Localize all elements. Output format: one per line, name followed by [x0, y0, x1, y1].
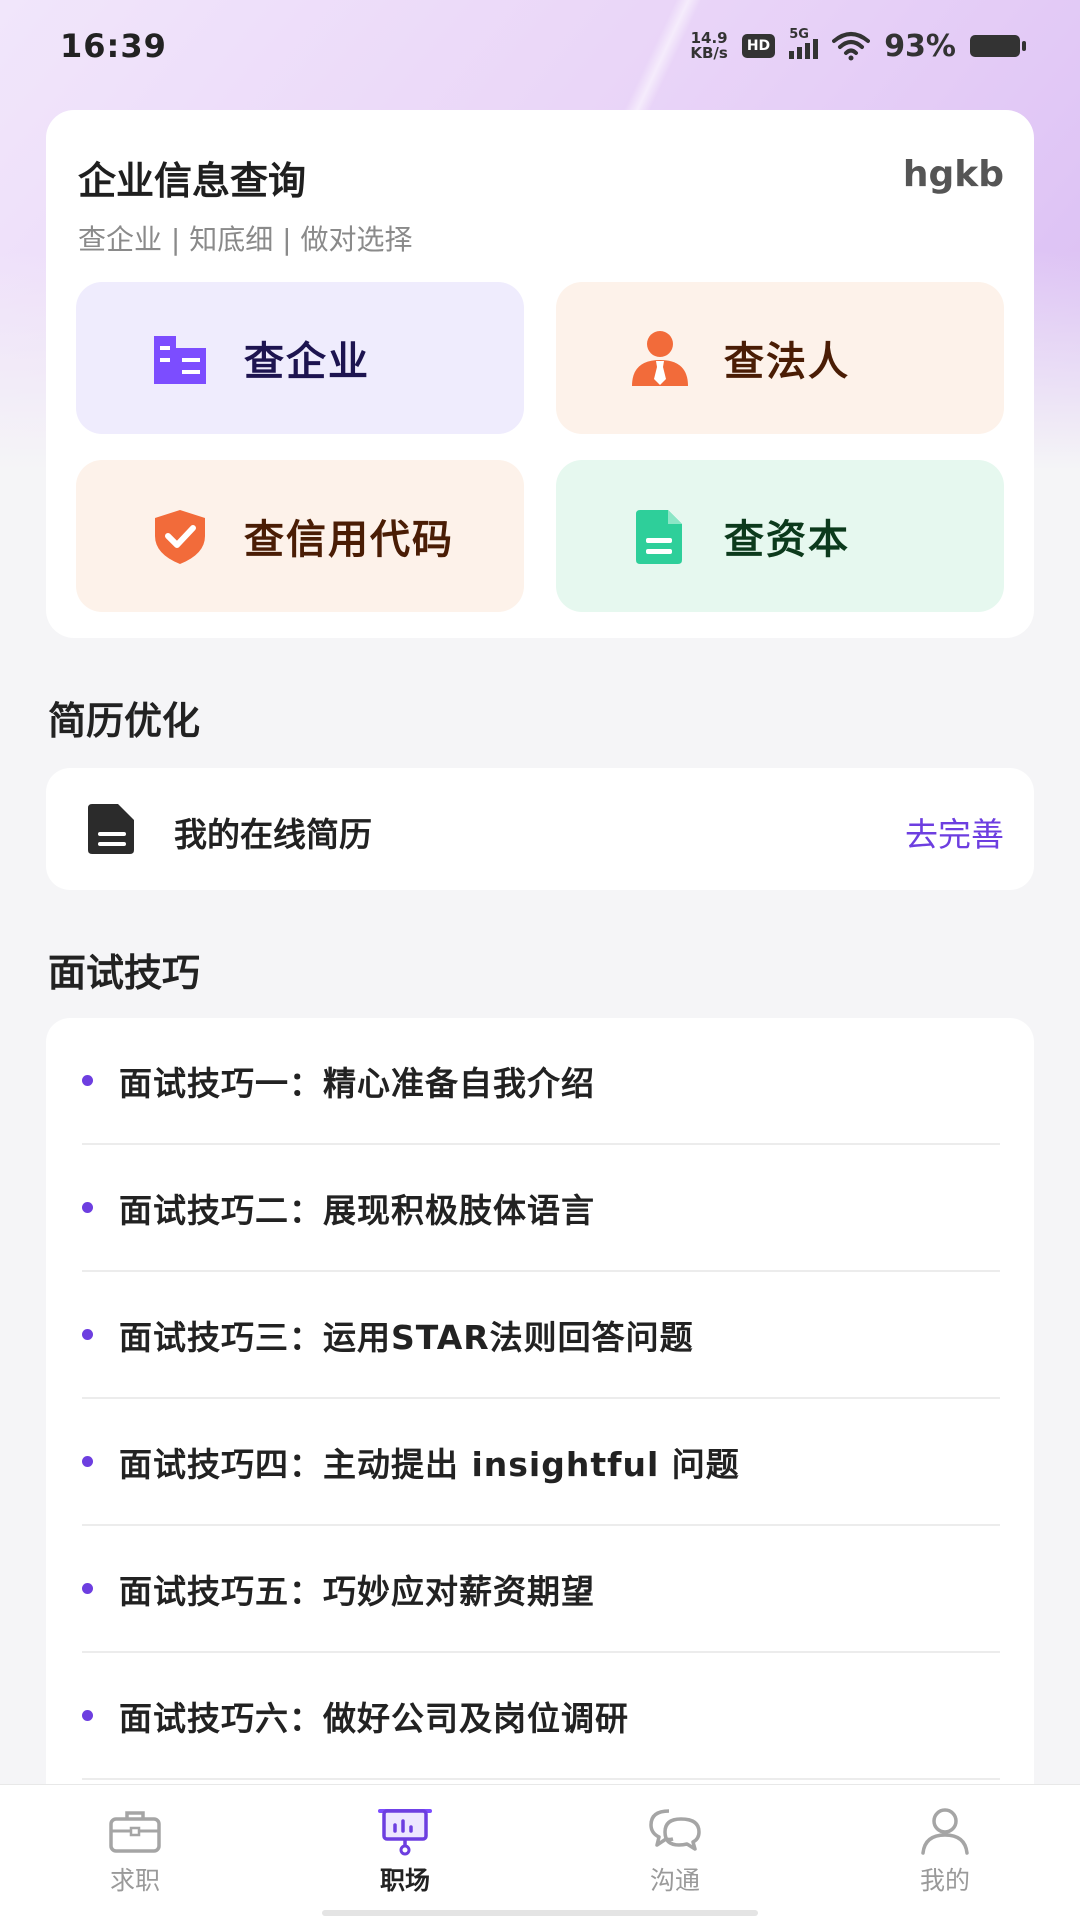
document-icon: [636, 510, 682, 564]
nav-item-mine[interactable]: 我的: [870, 1805, 1020, 1897]
tip-text: 面试技巧一：精心准备自我介绍: [119, 1063, 595, 1103]
query-capital-button[interactable]: 查资本: [556, 460, 1004, 612]
list-item[interactable]: 面试技巧三：运用STAR法则回答问题: [82, 1272, 1000, 1399]
enterprise-card-tag: hgkb: [902, 154, 1004, 195]
list-item[interactable]: 面试技巧五：巧妙应对薪资期望: [82, 1526, 1000, 1653]
resume-document-icon: [88, 804, 134, 854]
nav-item-workplace[interactable]: 职场: [330, 1805, 480, 1897]
enterprise-card-subtitle: 查企业 | 知底细 | 做对选择: [78, 223, 413, 256]
user-icon: [921, 1808, 969, 1855]
query-credit-code-button[interactable]: 查信用代码: [76, 460, 524, 612]
network-type: 5G: [789, 27, 809, 42]
nav-item-jobs[interactable]: 求职: [60, 1805, 210, 1897]
bullet-dot: [82, 1202, 93, 1213]
cellular-signal-icon: 5G: [789, 27, 819, 59]
bottom-navigation: 求职 职场 沟通 我的: [0, 1784, 1080, 1920]
resume-section-title: 简历优化: [48, 699, 201, 743]
chat-bubbles-icon: [649, 1809, 701, 1851]
interview-section-title: 面试技巧: [48, 951, 201, 995]
tip-text: 面试技巧六：做好公司及岗位调研: [119, 1698, 629, 1738]
bullet-dot: [82, 1583, 93, 1594]
battery-icon: [970, 35, 1026, 57]
nav-label-jobs: 求职: [109, 1866, 160, 1895]
tip-text: 面试技巧五：巧妙应对薪资期望: [119, 1571, 595, 1611]
query-company-label: 查企业: [244, 339, 370, 385]
nav-label-chat: 沟通: [649, 1866, 700, 1895]
complete-resume-link[interactable]: 去完善: [905, 808, 1004, 856]
list-item[interactable]: 面试技巧二：展现积极肢体语言: [82, 1145, 1000, 1272]
nav-label-workplace: 职场: [379, 1866, 430, 1895]
network-speed: 14.9 KB/s: [690, 31, 727, 61]
tip-text: 面试技巧二：展现积极肢体语言: [119, 1190, 595, 1230]
presentation-board-icon: [378, 1809, 432, 1856]
list-item[interactable]: 面试技巧六：做好公司及岗位调研: [82, 1653, 1000, 1780]
list-item[interactable]: 面试技巧四：主动提出 insightful 问题: [82, 1399, 1000, 1526]
bullet-dot: [82, 1710, 93, 1721]
query-legal-person-button[interactable]: 查法人: [556, 282, 1004, 434]
tip-text: 面试技巧三：运用STAR法则回答问题: [119, 1317, 694, 1357]
nav-label-mine: 我的: [919, 1866, 970, 1895]
bullet-dot: [82, 1075, 93, 1086]
query-legal-person-label: 查法人: [724, 339, 850, 385]
query-company-button[interactable]: 查企业: [76, 282, 524, 434]
status-time: 16:39: [60, 27, 167, 65]
briefcase-icon: [109, 1811, 161, 1853]
online-resume-row[interactable]: 我的在线简历 去完善: [46, 768, 1034, 890]
interview-tips-list: 面试技巧一：精心准备自我介绍 面试技巧二：展现积极肢体语言 面试技巧三：运用ST…: [46, 1018, 1034, 1798]
enterprise-card-title: 企业信息查询: [78, 159, 307, 203]
bullet-dot: [82, 1456, 93, 1467]
query-capital-label: 查资本: [724, 517, 850, 563]
person-tie-icon: [632, 331, 688, 386]
network-speed-unit: KB/s: [690, 44, 728, 62]
query-credit-code-label: 查信用代码: [244, 517, 454, 563]
battery-percent: 93%: [884, 28, 956, 64]
online-resume-label: 我的在线简历: [174, 815, 372, 854]
hd-icon: HD: [741, 34, 776, 58]
building-icon: [154, 336, 206, 384]
wifi-icon: [832, 32, 871, 61]
home-indicator[interactable]: [322, 1910, 758, 1916]
bullet-dot: [82, 1329, 93, 1340]
status-indicators: 14.9 KB/s HD 5G 93%: [690, 27, 1026, 64]
list-item[interactable]: 面试技巧一：精心准备自我介绍: [82, 1018, 1000, 1145]
nav-item-chat[interactable]: 沟通: [600, 1805, 750, 1897]
shield-check-icon: [155, 510, 205, 564]
tip-text: 面试技巧四：主动提出 insightful 问题: [119, 1444, 740, 1484]
status-bar: 16:39 14.9 KB/s HD 5G 93%: [0, 0, 1080, 92]
app-screen: 16:39 14.9 KB/s HD 5G 93% 企业信息查询 hgkb 查企…: [0, 0, 1080, 1920]
enterprise-query-card: 企业信息查询 hgkb 查企业 | 知底细 | 做对选择 查企业 查法人 查信用…: [46, 110, 1034, 638]
